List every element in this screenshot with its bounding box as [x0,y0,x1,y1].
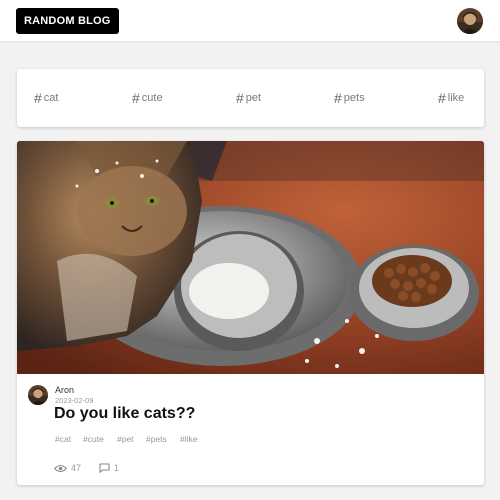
top-bar: RANDOM BLOG [0,0,500,41]
views-stat: 47 [54,462,81,474]
tag-filter-bar: # cat # cute # pet # pets # like [17,69,484,127]
comment-icon [99,463,110,473]
post-tag-cat[interactable]: #cat [55,434,71,444]
post-tag-pet[interactable]: #pet [117,434,134,444]
post-tag-pets[interactable]: #pets [146,434,167,444]
hash-icon: # [334,90,342,106]
tag-link-like[interactable]: # like [438,90,464,106]
tag-link-pets[interactable]: # pets [334,90,365,106]
tag-label: cute [141,92,163,104]
post-tag-like[interactable]: #like [180,434,197,444]
eye-icon [54,464,67,472]
comments-count: 1 [114,463,120,473]
tag-link-cat[interactable]: # cat [34,90,58,106]
hash-icon: # [236,90,244,106]
post-date: 2023-02-09 [55,396,94,405]
user-avatar[interactable] [457,8,483,34]
tag-link-pet[interactable]: # pet [236,90,261,106]
brand-logo-button[interactable]: RANDOM BLOG [16,8,119,34]
tag-label: cat [43,92,59,104]
tag-link-cute[interactable]: # cute [132,90,163,106]
hash-icon: # [132,90,140,106]
tag-label: pet [245,92,262,104]
user-avatar-icon [457,8,483,34]
author-avatar-icon [28,385,48,405]
author-name[interactable]: Aron [55,385,74,395]
comments-stat[interactable]: 1 [99,462,119,474]
author-avatar[interactable] [28,385,48,405]
post-card: Aron 2023-02-09 Do you like cats?? #cat … [17,141,484,485]
post-tag-cute[interactable]: #cute [83,434,104,444]
cat-photo[interactable] [17,141,484,374]
views-count: 47 [71,463,82,473]
tag-label: like [447,92,465,104]
post-title[interactable]: Do you like cats?? [54,405,195,423]
tag-label: pets [343,92,365,104]
hash-icon: # [34,90,42,106]
hash-icon: # [438,90,446,106]
